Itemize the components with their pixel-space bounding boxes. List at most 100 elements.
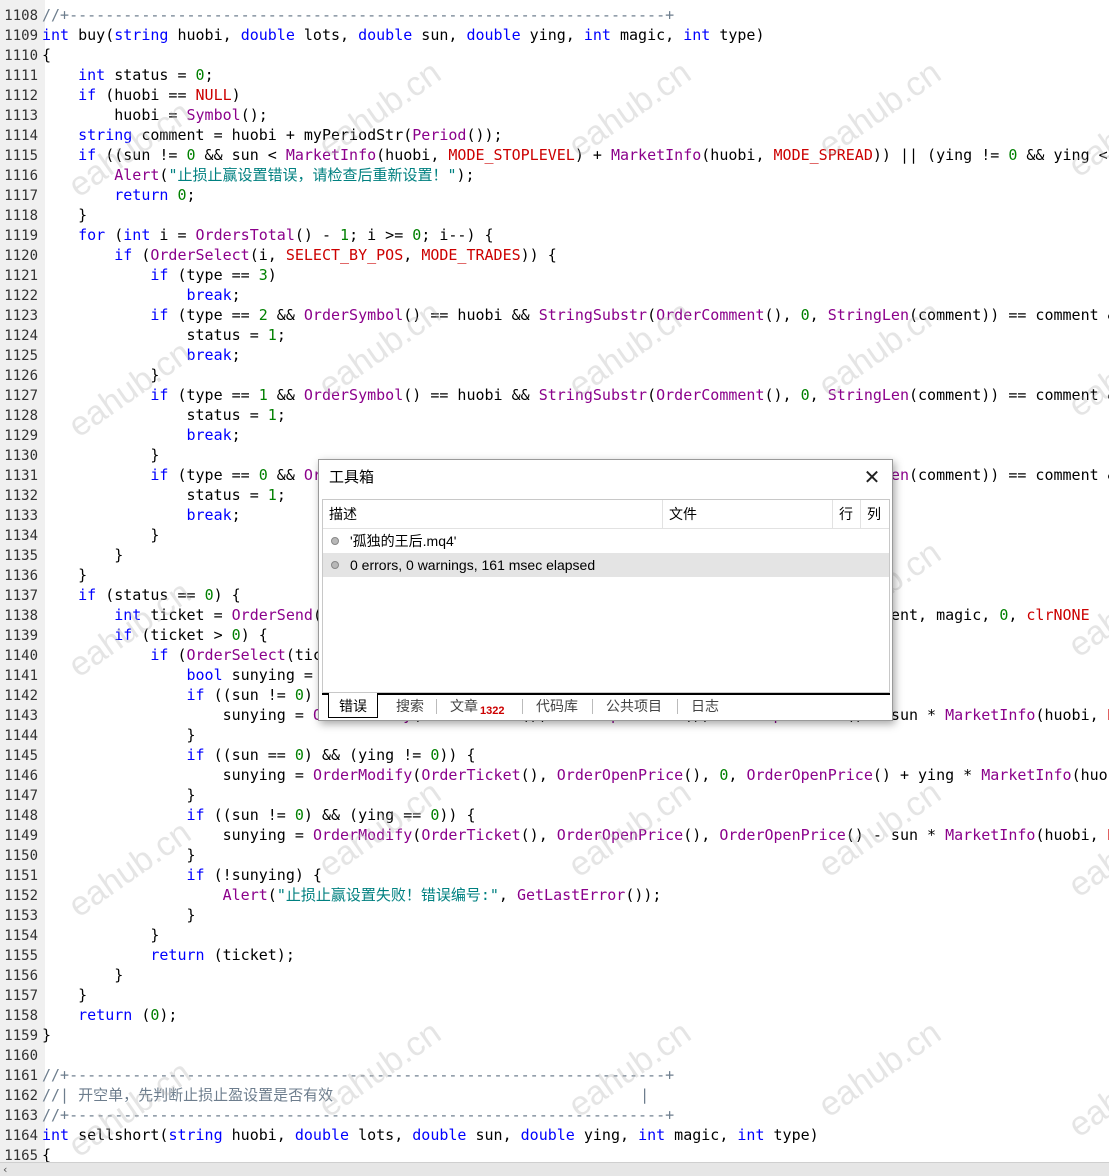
scroll-left-icon[interactable]: ‹ <box>3 1163 7 1176</box>
tab-codebase[interactable]: 代码库 <box>526 695 588 717</box>
toolbox-dialog: 工具箱 ✕ 描述 文件 行 列 '孤独的王后.mq4' 0 errors, 0 … <box>318 459 893 721</box>
code-text: Alert("止损止赢设置错误，请检查后重新设置！"); <box>114 166 475 184</box>
code-text: break; <box>186 346 241 364</box>
code-line[interactable]: 1113 huobi = Symbol(); <box>0 105 1109 125</box>
code-line[interactable]: 1110{ <box>0 45 1109 65</box>
code-text: return 0; <box>114 186 196 204</box>
line-number: 1135 <box>4 548 38 564</box>
code-text: } <box>42 366 160 384</box>
code-line[interactable]: 1145 if ((sun == 0) && (ying != 0)) { <box>0 745 1109 765</box>
tab-bar: 错误 搜索 文章 1322 代码库 公共项目 日志 <box>322 693 890 718</box>
code-line[interactable]: 1117 return 0; <box>0 185 1109 205</box>
column-header-description[interactable]: 描述 <box>323 500 663 528</box>
line-number: 1155 <box>4 948 38 964</box>
code-text: } <box>42 206 88 224</box>
line-number: 1159 <box>4 1028 38 1044</box>
line-number: 1116 <box>4 168 38 184</box>
articles-count-badge: 1322 <box>480 705 505 717</box>
tab-articles[interactable]: 文章 1322 <box>440 695 514 717</box>
line-number: 1146 <box>4 768 38 784</box>
code-text: if (type == 3) <box>150 266 277 284</box>
code-line[interactable]: 1165 { <box>0 1145 1109 1162</box>
code-line[interactable]: 1156 } <box>0 965 1109 985</box>
code-line[interactable]: 1122 break; <box>0 285 1109 305</box>
code-text: string comment = huobi + myPeriodStr(Per… <box>78 126 503 144</box>
column-header-line[interactable]: 行 <box>833 500 861 528</box>
list-item[interactable]: 0 errors, 0 warnings, 161 msec elapsed <box>323 553 889 577</box>
line-number: 1153 <box>4 908 38 924</box>
code-line[interactable]: 1150 } <box>0 845 1109 865</box>
code-line[interactable]: 1154 } <box>0 925 1109 945</box>
line-number: 1115 <box>4 148 38 164</box>
tab-divider <box>677 699 678 714</box>
line-number: 1117 <box>4 188 38 204</box>
code-line[interactable]: 1121 if (type == 3) <box>0 265 1109 285</box>
line-number: 1110 <box>4 48 38 64</box>
line-number: 1125 <box>4 348 38 364</box>
code-line[interactable]: 1148 if ((sun != 0) && (ying == 0)) { <box>0 805 1109 825</box>
code-line[interactable]: 1127 if (type == 1 && OrderSymbol() == h… <box>0 385 1109 405</box>
code-text: sunying = OrderModify(OrderTicket(), Ord… <box>42 826 1109 844</box>
code-line[interactable]: 1118 } <box>0 205 1109 225</box>
code-line[interactable]: 1151 if (!sunying) { <box>0 865 1109 885</box>
code-text: } <box>42 1026 52 1044</box>
code-line[interactable]: 1163//+---------------------------------… <box>0 1105 1109 1125</box>
line-number: 1122 <box>4 288 38 304</box>
code-line[interactable]: 1162//| 开空单，先判断止损止盈设置是否有效 | <box>0 1085 1109 1105</box>
code-text: //| 开空单，先判断止损止盈设置是否有效 | <box>42 1086 650 1104</box>
code-text: status = 1; <box>42 326 286 344</box>
code-line[interactable]: 1128 status = 1; <box>0 405 1109 425</box>
code-line[interactable]: 1144 } <box>0 725 1109 745</box>
code-line[interactable]: 1149 sunying = OrderModify(OrderTicket()… <box>0 825 1109 845</box>
code-line[interactable]: 1146 sunying = OrderModify(OrderTicket()… <box>0 765 1109 785</box>
code-line[interactable]: 1147 } <box>0 785 1109 805</box>
line-number: 1126 <box>4 368 38 384</box>
code-line[interactable]: 1164 int sellshort(string huobi, double l… <box>0 1125 1109 1145</box>
line-number: 1158 <box>4 1008 38 1024</box>
tab-search[interactable]: 搜索 <box>386 695 434 717</box>
column-header-column[interactable]: 列 <box>861 500 889 528</box>
horizontal-scrollbar[interactable]: ‹ <box>0 1162 1109 1176</box>
code-line[interactable]: 1115 if ((sun != 0 && sun < MarketInfo(h… <box>0 145 1109 165</box>
line-number: 1131 <box>4 468 38 484</box>
line-number: 1152 <box>4 888 38 904</box>
line-number: 1165 <box>4 1148 38 1162</box>
code-line[interactable]: 1125 break; <box>0 345 1109 365</box>
code-line[interactable]: 1111 int status = 0; <box>0 65 1109 85</box>
code-line[interactable]: 1119 for (int i = OrdersTotal() - 1; i >… <box>0 225 1109 245</box>
tab-journal[interactable]: 日志 <box>681 695 729 717</box>
code-line[interactable]: 1155 return (ticket); <box>0 945 1109 965</box>
code-line[interactable]: 1124 status = 1; <box>0 325 1109 345</box>
tab-errors[interactable]: 错误 <box>328 693 378 718</box>
code-line[interactable]: 1112 if (huobi == NULL) <box>0 85 1109 105</box>
code-line[interactable]: 1108//+---------------------------------… <box>0 5 1109 25</box>
code-text: status = 1; <box>42 486 286 504</box>
code-line[interactable]: 1109 int buy(string huobi, double lots, d… <box>0 25 1109 45</box>
code-text: Alert("止损止赢设置失败！错误编号:", GetLastError()); <box>222 886 662 904</box>
line-number: 1163 <box>4 1108 38 1124</box>
code-line[interactable]: 1116 Alert("止损止赢设置错误，请检查后重新设置！"); <box>0 165 1109 185</box>
info-dot-icon <box>331 561 339 569</box>
line-number: 1142 <box>4 688 38 704</box>
code-line[interactable]: 1157 } <box>0 985 1109 1005</box>
code-text: sunying = OrderModify(OrderTicket(), Ord… <box>42 766 1108 784</box>
code-line[interactable]: 1120 if (OrderSelect(i, SELECT_BY_POS, M… <box>0 245 1109 265</box>
line-number: 1145 <box>4 748 38 764</box>
column-header-file[interactable]: 文件 <box>663 500 833 528</box>
code-line[interactable]: 1152 Alert("止损止赢设置失败！错误编号:", GetLastErro… <box>0 885 1109 905</box>
code-line[interactable]: 1159} <box>0 1025 1109 1045</box>
line-number: 1114 <box>4 128 38 144</box>
code-line[interactable]: 1129 break; <box>0 425 1109 445</box>
line-number: 1151 <box>4 868 38 884</box>
code-line[interactable]: 1161//+---------------------------------… <box>0 1065 1109 1085</box>
code-line[interactable]: 1126 } <box>0 365 1109 385</box>
list-item-text: 0 errors, 0 warnings, 161 msec elapsed <box>350 557 596 573</box>
code-line[interactable]: 1160 <box>0 1045 1109 1065</box>
code-line[interactable]: 1114 string comment = huobi + myPeriodSt… <box>0 125 1109 145</box>
code-line[interactable]: 1153 } <box>0 905 1109 925</box>
close-icon[interactable]: ✕ <box>860 466 884 490</box>
code-line[interactable]: 1158 return (0); <box>0 1005 1109 1025</box>
code-line[interactable]: 1123 if (type == 2 && OrderSymbol() == h… <box>0 305 1109 325</box>
list-item[interactable]: '孤独的王后.mq4' <box>323 529 889 553</box>
tab-public-projects[interactable]: 公共项目 <box>596 695 672 717</box>
